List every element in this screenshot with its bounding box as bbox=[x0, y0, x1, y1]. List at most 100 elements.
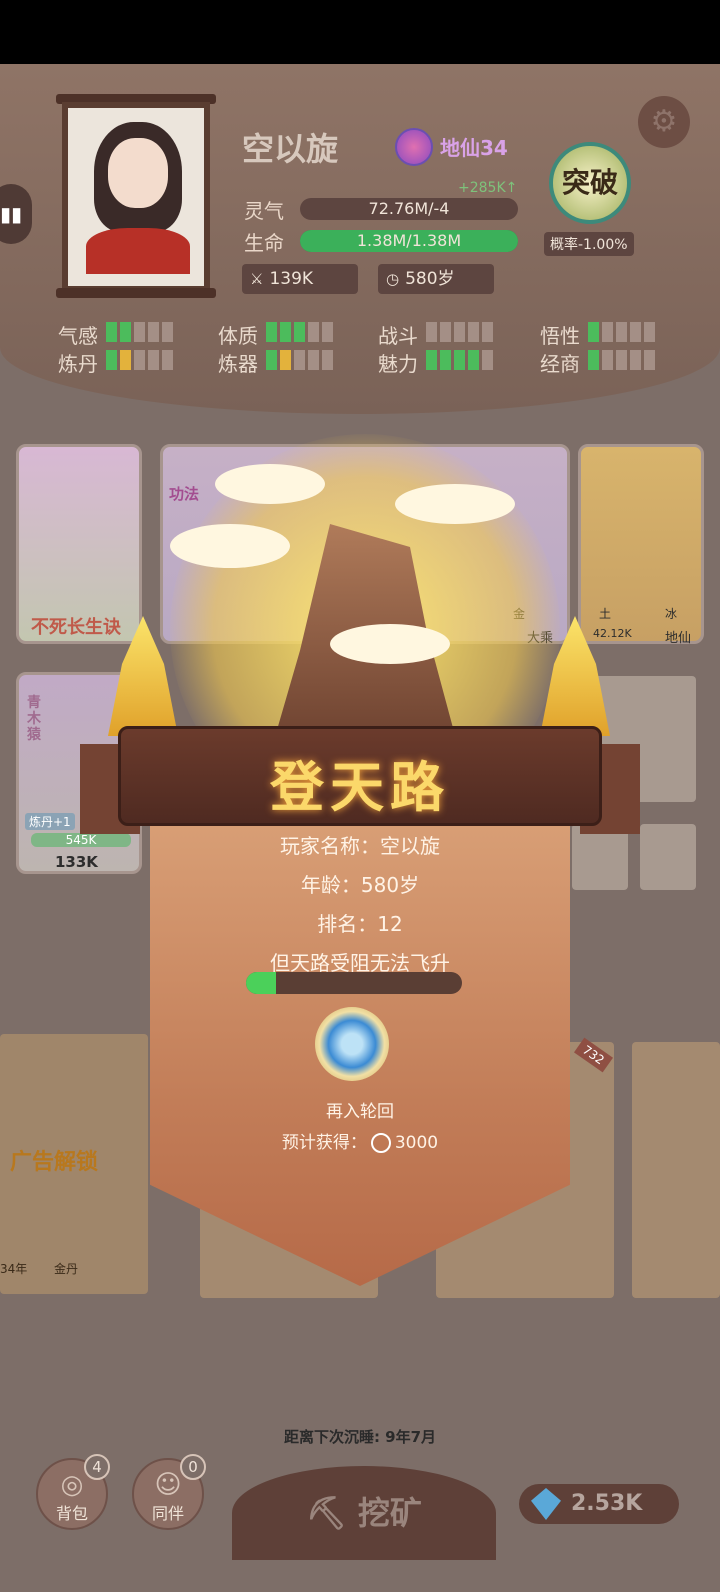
attr-pip bbox=[482, 322, 493, 342]
attr-pip bbox=[148, 350, 159, 370]
mine-text: 挖矿 bbox=[357, 1494, 422, 1532]
ascension-progress-fill bbox=[246, 972, 277, 994]
game-screen: 空以旋 地仙34 +285K↑ 灵气 72.76M/-4 生命 1.38M/1.… bbox=[0, 64, 720, 1592]
attr-pips-wuxing bbox=[588, 322, 655, 342]
attr-pip bbox=[120, 350, 131, 370]
attr-pip bbox=[644, 350, 655, 370]
cloud-decor bbox=[215, 464, 325, 504]
status-bar bbox=[0, 0, 720, 64]
attr-pips-jingshang bbox=[588, 350, 655, 370]
attr-pips-tizhi bbox=[266, 322, 333, 342]
attr-pip bbox=[134, 350, 145, 370]
life-value: 1.38M/1.38M bbox=[356, 231, 462, 250]
attr-pip bbox=[482, 350, 493, 370]
reincarnate-button[interactable] bbox=[315, 1007, 389, 1081]
cloud-decor bbox=[330, 624, 450, 664]
attr-pip bbox=[454, 322, 465, 342]
attr-pip bbox=[266, 350, 277, 370]
ad-years: 34年 bbox=[0, 1262, 28, 1276]
attr-pips-qigan bbox=[106, 322, 173, 342]
attr-pips-meili bbox=[426, 350, 493, 370]
power-value: 139K bbox=[269, 269, 314, 289]
character-portrait[interactable] bbox=[62, 102, 210, 292]
pet-name: 青木猿 bbox=[27, 695, 41, 743]
attr-pip bbox=[162, 322, 173, 342]
attr-pip bbox=[644, 322, 655, 342]
book-title: 不死长生诀 bbox=[31, 617, 121, 638]
attr-pip bbox=[616, 350, 627, 370]
bag-label: 背包 bbox=[55, 1504, 88, 1523]
attr-pip bbox=[280, 322, 291, 342]
attr-label-zhandou: 战斗 bbox=[378, 324, 418, 348]
mine-label: ⛏ 挖矿 bbox=[232, 1488, 496, 1534]
gem-counter[interactable]: 2.53K bbox=[519, 1484, 679, 1524]
attr-pip bbox=[468, 322, 479, 342]
partner-button[interactable]: ☺ 同伴 0 bbox=[132, 1454, 206, 1530]
popup-title: 登天路 bbox=[270, 755, 450, 819]
character-header: 空以旋 地仙34 +285K↑ 灵气 72.76M/-4 生命 1.38M/1.… bbox=[0, 64, 720, 414]
popup-player-name: 玩家名称：空以旋 bbox=[280, 834, 440, 858]
settings-gear-icon[interactable]: ⚙ bbox=[638, 96, 690, 148]
attr-pip bbox=[426, 350, 437, 370]
lingqi-bar: 72.76M/-4 bbox=[300, 198, 518, 220]
attr-label-wuxing: 悟性 bbox=[540, 324, 580, 348]
gem-value: 2.53K bbox=[571, 1491, 643, 1516]
attr-pip bbox=[148, 322, 159, 342]
age-value: 580岁 bbox=[405, 269, 455, 289]
life-label: 生命 bbox=[244, 231, 284, 255]
ascension-progress bbox=[246, 972, 462, 994]
sleep-countdown: 距离下次沉睡: 9年7月 bbox=[283, 1428, 437, 1446]
lingqi-label: 灵气 bbox=[244, 199, 284, 223]
attr-pip bbox=[468, 350, 479, 370]
clock-icon: ◷ bbox=[386, 270, 400, 288]
age-chip: ◷ 580岁 bbox=[378, 264, 494, 294]
attr-pip bbox=[106, 322, 117, 342]
attr-pip bbox=[440, 350, 451, 370]
attr-pip bbox=[162, 350, 173, 370]
player-name: 空以旋 bbox=[242, 130, 339, 168]
fortune-counter: 732 bbox=[573, 1037, 613, 1073]
card-tag-bing: 冰 bbox=[665, 607, 678, 621]
portrait-face bbox=[108, 138, 168, 208]
card-power: 42.12K bbox=[593, 627, 632, 640]
attr-pip bbox=[294, 350, 305, 370]
attr-label-qigan: 气感 bbox=[58, 324, 98, 348]
attr-pip bbox=[454, 350, 465, 370]
attr-pip bbox=[616, 322, 627, 342]
attr-pip bbox=[308, 322, 319, 342]
attr-pip bbox=[602, 350, 613, 370]
attr-pip bbox=[588, 350, 599, 370]
reincarnate-label[interactable]: 再入轮回 bbox=[0, 1097, 720, 1122]
technique-card-fire[interactable]: 土 冰 42.12K 地仙 bbox=[578, 444, 704, 646]
attr-pip bbox=[308, 350, 319, 370]
reward-value: 3000 bbox=[394, 1133, 439, 1153]
portrait-dress bbox=[86, 228, 190, 274]
technique-card-book[interactable]: 不死长生诀 bbox=[16, 444, 142, 644]
attr-pip bbox=[280, 350, 291, 370]
chat-icon[interactable]: ▮▮ bbox=[0, 184, 32, 244]
ad-realm: 金丹 bbox=[54, 1262, 79, 1276]
realm-icon bbox=[395, 128, 433, 166]
attr-pip bbox=[630, 322, 641, 342]
attr-label-liandan: 炼丹 bbox=[58, 352, 98, 376]
attr-label-tizhi: 体质 bbox=[218, 324, 258, 348]
attr-pip bbox=[266, 322, 277, 342]
card-realm: 地仙 bbox=[665, 631, 692, 646]
popup-rank: 排名：12 bbox=[317, 912, 403, 936]
realm-level: 地仙34 bbox=[440, 136, 508, 160]
lingqi-value: 72.76M/-4 bbox=[368, 199, 450, 218]
breakthrough-rate: 概率-1.00% bbox=[544, 232, 634, 256]
ad-unlock-card[interactable]: 广告解锁 34年 金丹 bbox=[0, 1034, 148, 1294]
bag-count-badge: 4 bbox=[84, 1454, 110, 1480]
bag-button[interactable]: ◎ 背包 4 bbox=[36, 1454, 110, 1530]
swirl-icon bbox=[370, 1133, 391, 1153]
reward-label: 预计获得： bbox=[281, 1133, 367, 1153]
attr-pip bbox=[106, 350, 117, 370]
fortune-card-3[interactable] bbox=[632, 1042, 720, 1298]
gem-icon bbox=[531, 1488, 561, 1520]
breakthrough-button[interactable]: 突破 bbox=[549, 142, 631, 224]
attr-pips-lianqi bbox=[266, 350, 333, 370]
attr-pips-liandan bbox=[106, 350, 173, 370]
partner-label: 同伴 bbox=[151, 1504, 184, 1523]
mine-button[interactable]: ⛏ 挖矿 bbox=[232, 1466, 496, 1560]
